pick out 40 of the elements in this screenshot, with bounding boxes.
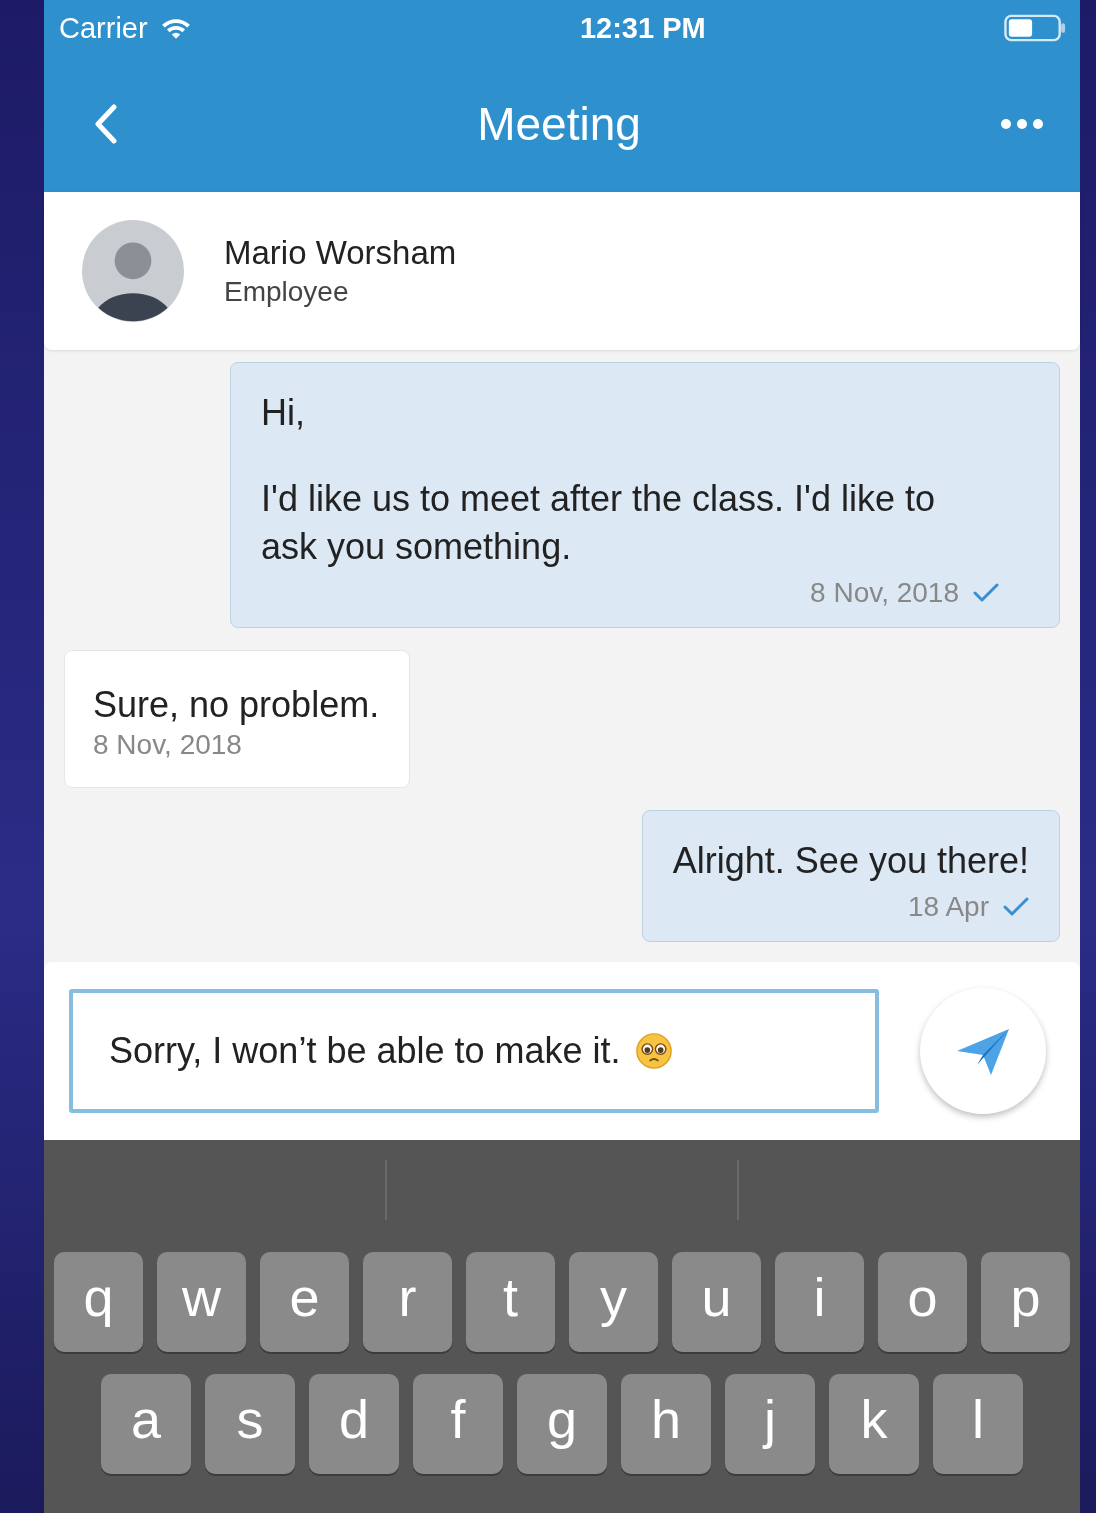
keyboard-key[interactable]: q — [54, 1252, 143, 1352]
keyboard-key[interactable]: r — [363, 1252, 452, 1352]
keyboard-key[interactable]: t — [466, 1252, 555, 1352]
keyboard-key[interactable]: o — [878, 1252, 967, 1352]
keyboard-key[interactable]: g — [517, 1374, 607, 1474]
message-time: 8 Nov, 2018 — [93, 729, 242, 761]
back-icon — [94, 104, 118, 144]
keyboard-key[interactable]: y — [569, 1252, 658, 1352]
send-button[interactable] — [920, 988, 1046, 1114]
message-input-field[interactable]: Sorry, I won’t be able to make it. — [69, 989, 879, 1113]
keyboard-key[interactable]: d — [309, 1374, 399, 1474]
keyboard-key[interactable]: h — [621, 1374, 711, 1474]
keyboard-key[interactable]: u — [672, 1252, 761, 1352]
keyboard-key[interactable]: e — [260, 1252, 349, 1352]
contact-name: Mario Worsham — [224, 234, 457, 272]
carrier-label: Carrier — [59, 11, 148, 45]
back-button[interactable] — [94, 104, 118, 144]
message-text: I'd like us to meet after the class. I'd like to ask you something. — [261, 477, 937, 569]
pleading-face-icon — [634, 1032, 673, 1070]
keyboard-key[interactable]: i — [775, 1252, 864, 1352]
keyboard-key[interactable]: l — [933, 1374, 1023, 1474]
more-button[interactable] — [1000, 118, 1044, 130]
battery-icon — [1004, 14, 1066, 42]
keyboard-key[interactable]: f — [413, 1374, 503, 1474]
message-text: Sure, no problem. — [93, 683, 380, 727]
keyboard-key[interactable]: s — [205, 1374, 295, 1474]
message-text: Alright. See you there! — [672, 839, 1029, 883]
more-icon — [1000, 118, 1044, 130]
keyboard-key[interactable]: p — [981, 1252, 1070, 1352]
avatar-icon — [82, 220, 184, 322]
status-time: 12:31 PM — [579, 11, 706, 45]
keyboard-key[interactable]: j — [725, 1374, 815, 1474]
message-time: 8 Nov, 2018 — [810, 577, 959, 609]
contact-role: Employee — [224, 276, 350, 308]
message-text: Hi, — [261, 391, 306, 435]
message-time: 18 Apr — [908, 891, 989, 923]
keyboard-key[interactable]: w — [157, 1252, 246, 1352]
keyboard-key[interactable]: a — [101, 1374, 191, 1474]
keyboard-key[interactable]: k — [829, 1374, 919, 1474]
screen-title: Meeting — [477, 97, 641, 151]
